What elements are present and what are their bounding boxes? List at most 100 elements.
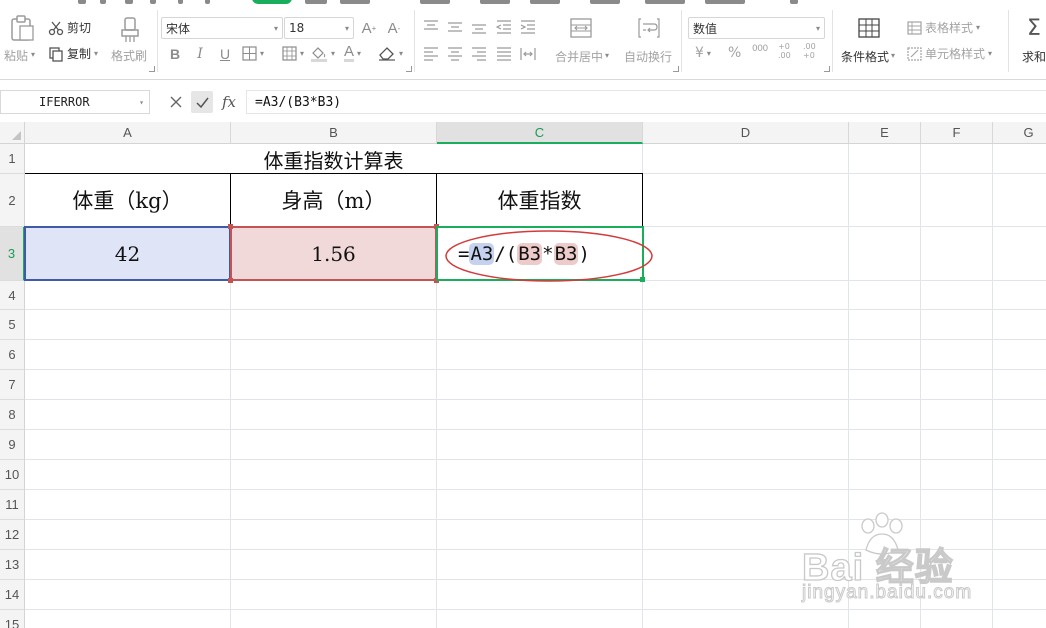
- font-name-select[interactable]: 宋体 ▾: [161, 17, 283, 39]
- column-header-d[interactable]: D: [643, 122, 849, 144]
- wrap-text-button[interactable]: 自动换行: [620, 16, 678, 66]
- format-painter-button[interactable]: 格式刷: [110, 14, 150, 66]
- align-top-icon[interactable]: [423, 20, 439, 34]
- number-format-value: 数值: [693, 21, 718, 36]
- formula-bar: IFERROR ▾ fx =A3/(B3*B3): [0, 86, 1046, 118]
- row-header-11[interactable]: 11: [0, 490, 25, 520]
- chevron-down-icon: ▾: [344, 23, 349, 33]
- paste-button[interactable]: 粘贴 ▾: [3, 14, 39, 66]
- column-header-e[interactable]: E: [849, 122, 921, 144]
- copy-icon: [49, 46, 63, 62]
- percent-button[interactable]: %: [728, 45, 741, 61]
- paste-icon: [11, 15, 34, 41]
- insert-function-button[interactable]: fx: [219, 91, 239, 113]
- spreadsheet-grid[interactable]: A B C D E F G 1 2 3 4 5 6 7 8 9 10 11 12…: [0, 122, 1046, 628]
- italic-button[interactable]: I: [191, 45, 209, 63]
- bold-button[interactable]: B: [166, 45, 184, 63]
- formula-op-mul: *: [542, 242, 554, 265]
- increase-indent-icon[interactable]: [520, 20, 536, 34]
- border-button[interactable]: ▾: [242, 46, 264, 61]
- table-style-button[interactable]: 表格样式 ▾: [907, 19, 980, 36]
- conditional-format-label: 条件格式: [841, 50, 890, 64]
- grid-style-icon: [282, 46, 297, 61]
- conditional-format-button[interactable]: 条件格式 ▾: [838, 16, 900, 66]
- chevron-down-icon: ▾: [300, 49, 305, 58]
- font-name-value: 宋体: [166, 21, 191, 36]
- formula-input[interactable]: =A3/(B3*B3): [246, 90, 1046, 114]
- sum-button[interactable]: Σ 求和: [1016, 16, 1046, 66]
- distributed-align-icon[interactable]: [520, 47, 536, 61]
- row-header-10[interactable]: 10: [0, 460, 25, 490]
- cell-style-label: 单元格样式: [925, 47, 986, 61]
- enter-button[interactable]: [191, 91, 213, 113]
- resize-handle[interactable]: [228, 224, 233, 229]
- name-box-value: IFERROR: [39, 95, 90, 109]
- currency-button[interactable]: ¥ ▾: [695, 45, 711, 61]
- cell-style-button[interactable]: 单元格样式 ▾: [907, 45, 992, 62]
- underline-button[interactable]: U: [216, 45, 234, 63]
- chevron-down-icon: ▾: [605, 51, 610, 60]
- resize-handle[interactable]: [228, 278, 233, 283]
- row-header-2[interactable]: 2: [0, 174, 25, 227]
- cell-style-grid-button[interactable]: ▾: [282, 46, 304, 61]
- table-title[interactable]: 体重指数计算表: [25, 144, 642, 174]
- check-icon: [195, 97, 209, 108]
- row-header-14[interactable]: 14: [0, 580, 25, 610]
- justify-icon[interactable]: [496, 47, 512, 61]
- clear-format-button[interactable]: ▾: [378, 45, 403, 61]
- align-left-icon[interactable]: [423, 47, 439, 61]
- row-header-13[interactable]: 13: [0, 550, 25, 580]
- eraser-icon: [379, 47, 395, 61]
- align-middle-icon[interactable]: [447, 20, 463, 34]
- grow-font-button[interactable]: A +: [360, 19, 378, 37]
- chevron-down-icon: ▾: [815, 23, 820, 33]
- column-header-c[interactable]: C: [437, 122, 643, 144]
- fill-handle[interactable]: [640, 277, 645, 282]
- copy-button[interactable]: 复制 ▾: [48, 45, 98, 62]
- font-color-button[interactable]: A ▾: [344, 44, 361, 62]
- cell-a3[interactable]: 42: [24, 226, 231, 281]
- cell-c3-editing[interactable]: = A3/(B3 * B3): [436, 226, 644, 281]
- cut-button[interactable]: 剪切: [48, 19, 91, 36]
- shrink-font-button[interactable]: A-: [385, 19, 403, 37]
- cell-b3[interactable]: 1.56: [230, 226, 437, 281]
- column-header-b[interactable]: B: [231, 122, 437, 144]
- row-header-3[interactable]: 3: [0, 227, 25, 281]
- tab-start[interactable]: [252, 0, 292, 4]
- font-size-select[interactable]: 18 ▾: [284, 17, 354, 39]
- row-header-8[interactable]: 8: [0, 400, 25, 430]
- column-header-a[interactable]: A: [25, 122, 231, 144]
- row-header-9[interactable]: 9: [0, 430, 25, 460]
- header-bmi[interactable]: 体重指数: [437, 174, 643, 227]
- align-bottom-icon[interactable]: [471, 20, 487, 34]
- row-header-1[interactable]: 1: [0, 144, 25, 174]
- column-header-g[interactable]: G: [993, 122, 1046, 144]
- header-height[interactable]: 身高（m）: [231, 174, 437, 227]
- number-format-select[interactable]: 数值 ▾: [688, 17, 825, 39]
- align-center-icon[interactable]: [447, 47, 463, 61]
- column-header-f[interactable]: F: [921, 122, 993, 144]
- decrease-indent-icon[interactable]: [496, 20, 512, 34]
- row-header-5[interactable]: 5: [0, 310, 25, 340]
- cancel-button[interactable]: [166, 92, 186, 112]
- row-header-15[interactable]: 15: [0, 610, 25, 628]
- format-painter-icon: [121, 17, 139, 42]
- scissors-icon: [48, 21, 64, 35]
- cell-a3-value: 42: [114, 241, 141, 266]
- fill-color-button[interactable]: ▾: [310, 45, 335, 62]
- name-box[interactable]: IFERROR ▾: [0, 90, 150, 114]
- ref-b3-token: B3: [517, 242, 543, 265]
- increase-decimal-button[interactable]: +0 .00: [778, 42, 798, 60]
- decrease-decimal-button[interactable]: .00 +0: [803, 42, 823, 60]
- row-header-12[interactable]: 12: [0, 520, 25, 550]
- thousands-button[interactable]: 000: [752, 44, 768, 54]
- row-header-4[interactable]: 4: [0, 281, 25, 310]
- merge-center-button[interactable]: 合并居中 ▾: [550, 16, 614, 66]
- table-style-icon: [907, 20, 922, 35]
- row-header-7[interactable]: 7: [0, 370, 25, 400]
- ref-b3-token: B3: [553, 242, 579, 265]
- header-weight[interactable]: 体重（kg）: [25, 174, 231, 227]
- align-right-icon[interactable]: [471, 47, 487, 61]
- select-all-corner[interactable]: [0, 122, 25, 144]
- row-header-6[interactable]: 6: [0, 340, 25, 370]
